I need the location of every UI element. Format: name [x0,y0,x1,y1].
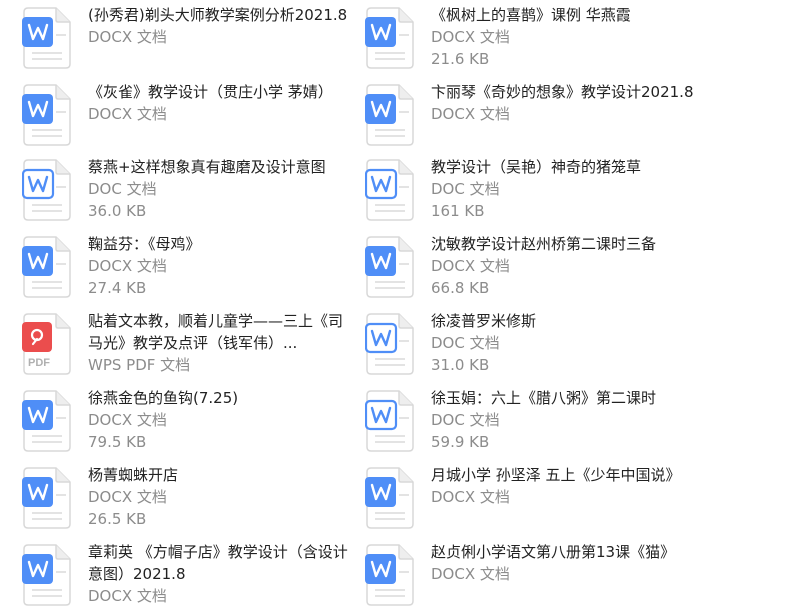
file-meta: 沈敏教学设计赵州桥第二课时三备 DOCX 文档 66.8 KB [431,233,699,299]
file-type: DOCX 文档 [431,488,510,506]
file-meta: 月城小学 孙坚泽 五上《少年中国说》 DOCX 文档 [431,464,699,508]
file-size: 66.8 KB [431,279,490,297]
file-name: 《灰雀》教学设计（贯庄小学 茅婧） [88,83,333,101]
file-size: 59.9 KB [431,433,490,451]
docx-icon [22,466,72,529]
file-meta: (孙秀君)剃头大师教学案例分析2021.8 DOCX 文档 [88,4,356,48]
file-item[interactable]: 《枫树上的喜鹊》课例 华燕霞 DOCX 文档 21.6 KB [365,4,700,74]
file-item[interactable]: 章莉英 《方帽子店》教学设计（含设计意图）2021.8 DOCX 文档 [22,541,357,611]
file-type: WPS PDF 文档 [88,356,191,374]
file-meta: 卞丽琴《奇妙的想象》教学设计2021.8 DOCX 文档 [431,81,699,125]
file-item[interactable]: PDF 贴着文本教，顺着儿童学——三上《司马光》教学及点评（钱军伟）... WPS … [22,310,357,380]
file-meta: 徐玉娟：六上《腊八粥》第二课时 DOC 文档 59.9 KB [431,387,699,453]
file-size: 31.0 KB [431,356,490,374]
file-meta: 章莉英 《方帽子店》教学设计（含设计意图）2021.8 DOCX 文档 [88,541,356,607]
file-meta: 《枫树上的喜鹊》课例 华燕霞 DOCX 文档 21.6 KB [431,4,699,70]
file-type: DOC 文档 [431,180,500,198]
file-name: 月城小学 孙坚泽 五上《少年中国说》 [431,466,681,484]
file-item[interactable]: 沈敏教学设计赵州桥第二课时三备 DOCX 文档 66.8 KB [365,233,700,303]
file-type: DOCX 文档 [431,28,510,46]
file-item[interactable]: 鞠益芬：《母鸡》 DOCX 文档 27.4 KB [22,233,357,303]
file-name: 教学设计（吴艳）神奇的猪笼草 [431,158,642,176]
file-meta: 徐燕金色的鱼钩(7.25) DOCX 文档 79.5 KB [88,387,356,453]
file-size: 79.5 KB [88,433,147,451]
file-type: DOCX 文档 [88,105,167,123]
file-item[interactable]: (孙秀君)剃头大师教学案例分析2021.8 DOCX 文档 [22,4,357,74]
file-type: DOCX 文档 [88,257,167,275]
file-name: 徐玉娟：六上《腊八粥》第二课时 [431,389,657,407]
doc-icon [365,312,415,375]
file-name: 鞠益芬：《母鸡》 [88,235,201,253]
docx-icon [22,235,72,298]
docx-icon [365,235,415,298]
file-meta: 杨菁蜘蛛开店 DOCX 文档 26.5 KB [88,464,356,530]
file-meta: 教学设计（吴艳）神奇的猪笼草 DOC 文档 161 KB [431,156,699,222]
file-item[interactable]: 蔡燕+这样想象真有趣磨及设计意图 DOC 文档 36.0 KB [22,156,357,226]
file-meta: 鞠益芬：《母鸡》 DOCX 文档 27.4 KB [88,233,356,299]
doc-icon [365,389,415,452]
file-size: 161 KB [431,202,485,220]
file-meta: 《灰雀》教学设计（贯庄小学 茅婧） DOCX 文档 [88,81,356,125]
file-item[interactable]: 徐玉娟：六上《腊八粥》第二课时 DOC 文档 59.9 KB [365,387,700,457]
file-type: DOC 文档 [88,180,157,198]
docx-icon [365,466,415,529]
pdf-icon: PDF [22,312,72,375]
file-name: 蔡燕+这样想象真有趣磨及设计意图 [88,158,326,176]
file-item[interactable]: 赵贞俐小学语文第八册第13课《猫》 DOCX 文档 [365,541,700,611]
file-meta: 蔡燕+这样想象真有趣磨及设计意图 DOC 文档 36.0 KB [88,156,356,222]
file-name: 章莉英 《方帽子店》教学设计（含设计意图）2021.8 [88,543,348,583]
file-type: DOCX 文档 [88,28,167,46]
file-type: DOC 文档 [431,411,500,429]
doc-icon [22,158,72,221]
docx-icon [365,6,415,69]
file-name: 贴着文本教，顺着儿童学——三上《司马光》教学及点评（钱军伟）... [88,312,344,352]
file-type: DOCX 文档 [88,587,167,605]
file-size: 27.4 KB [88,279,147,297]
file-size: 21.6 KB [431,50,490,68]
file-name: 沈敏教学设计赵州桥第二课时三备 [431,235,657,253]
file-type: DOCX 文档 [88,411,167,429]
file-grid: (孙秀君)剃头大师教学案例分析2021.8 DOCX 文档 《枫树上的喜鹊》课例 华… [0,0,788,613]
file-type: DOCX 文档 [431,257,510,275]
file-size: 36.0 KB [88,202,147,220]
file-name: 赵贞俐小学语文第八册第13课《猫》 [431,543,676,561]
file-item[interactable]: 《灰雀》教学设计（贯庄小学 茅婧） DOCX 文档 [22,81,357,151]
file-type: DOCX 文档 [431,565,510,583]
file-name: 《枫树上的喜鹊》课例 华燕霞 [431,6,631,24]
docx-icon [22,83,72,146]
file-name: 徐燕金色的鱼钩(7.25) [88,389,239,407]
file-meta: 赵贞俐小学语文第八册第13课《猫》 DOCX 文档 [431,541,699,585]
docx-icon [22,389,72,452]
svg-text:PDF: PDF [28,357,50,369]
file-type: DOC 文档 [431,334,500,352]
file-meta: 徐凌普罗米修斯 DOC 文档 31.0 KB [431,310,699,376]
file-item[interactable]: 徐燕金色的鱼钩(7.25) DOCX 文档 79.5 KB [22,387,357,457]
docx-icon [365,83,415,146]
docx-icon [22,543,72,606]
file-name: 卞丽琴《奇妙的想象》教学设计2021.8 [431,83,694,101]
file-type: DOCX 文档 [431,105,510,123]
docx-icon [365,543,415,606]
docx-icon [22,6,72,69]
doc-icon [365,158,415,221]
file-name: 徐凌普罗米修斯 [431,312,537,330]
file-name: 杨菁蜘蛛开店 [88,466,179,484]
file-item[interactable]: 教学设计（吴艳）神奇的猪笼草 DOC 文档 161 KB [365,156,700,226]
file-type: DOCX 文档 [88,488,167,506]
file-size: 26.5 KB [88,510,147,528]
file-item[interactable]: 月城小学 孙坚泽 五上《少年中国说》 DOCX 文档 [365,464,700,534]
file-item[interactable]: 徐凌普罗米修斯 DOC 文档 31.0 KB [365,310,700,380]
file-item[interactable]: 卞丽琴《奇妙的想象》教学设计2021.8 DOCX 文档 [365,81,700,151]
file-item[interactable]: 杨菁蜘蛛开店 DOCX 文档 26.5 KB [22,464,357,534]
file-meta: 贴着文本教，顺着儿童学——三上《司马光》教学及点评（钱军伟）... WPS PDF… [88,310,356,376]
file-name: (孙秀君)剃头大师教学案例分析2021.8 [88,6,348,24]
